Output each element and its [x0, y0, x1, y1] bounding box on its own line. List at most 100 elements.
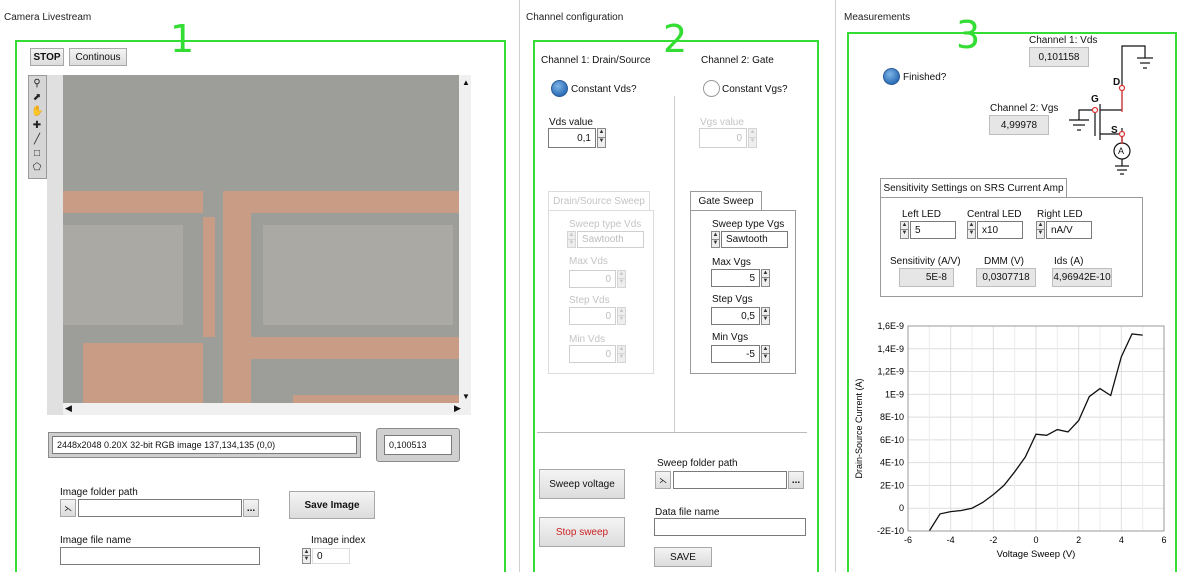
sweep-type-vds-stepper[interactable]: ▲ ▼: [567, 231, 576, 248]
section-number-2: 2: [663, 17, 688, 61]
step-vds-input[interactable]: 0: [569, 307, 616, 325]
sweep-voltage-button[interactable]: Sweep voltage: [539, 469, 625, 499]
rectangle-tool-icon[interactable]: □: [31, 148, 43, 160]
circuit-label-d: D: [1113, 77, 1121, 88]
sweep-type-vgs-select[interactable]: Sawtooth: [721, 231, 788, 248]
right-led-label: Right LED: [1037, 209, 1083, 220]
y-tick-label: 1,6E-9: [877, 321, 904, 331]
scroll-right-icon[interactable]: ▶: [454, 403, 461, 414]
y-tick-label: 1,4E-9: [877, 344, 904, 354]
y-tick-label: 4E-10: [880, 458, 904, 468]
scroll-down-icon[interactable]: ▼: [462, 392, 470, 401]
image-vertical-scrollbar[interactable]: [459, 75, 471, 403]
max-vgs-input[interactable]: 5: [711, 269, 760, 287]
stop-button[interactable]: STOP: [30, 48, 64, 66]
left-led-input[interactable]: 5: [910, 221, 956, 239]
image-info-display: 2448x2048 0.20X 32-bit RGB image 137,134…: [52, 436, 357, 454]
sweep-path-browse-icon[interactable]: ⋋: [655, 471, 671, 489]
step-vgs-stepper[interactable]: ▲ ▼: [761, 307, 770, 325]
sweep-folder-label: Sweep folder path: [657, 458, 738, 469]
left-led-stepper[interactable]: ▲ ▼: [900, 221, 909, 239]
image-index-label: Image index: [311, 535, 366, 546]
constant-vgs-label: Constant Vgs?: [722, 84, 788, 95]
continuous-button[interactable]: Continous: [69, 48, 127, 66]
finished-label: Finished?: [903, 72, 947, 83]
channel1-title: Channel 1: Drain/Source: [541, 55, 651, 66]
constant-vds-toggle[interactable]: [551, 80, 568, 97]
crosshair-icon[interactable]: ✚: [31, 120, 43, 132]
left-led-label: Left LED: [902, 209, 941, 220]
central-led-stepper[interactable]: ▲ ▼: [967, 221, 976, 239]
sweep-type-vgs-stepper[interactable]: ▲ ▼: [711, 231, 720, 248]
image-file-name-label: Image file name: [60, 535, 132, 546]
pointer-icon[interactable]: ⬈: [31, 92, 43, 104]
y-tick-label: -2E-10: [877, 526, 904, 536]
section-number-3: 3: [956, 13, 981, 57]
sweep-folder-browse-button[interactable]: ...: [788, 471, 804, 489]
scroll-up-icon[interactable]: ▲: [462, 78, 470, 87]
vds-value-stepper[interactable]: ▲ ▼: [597, 128, 606, 148]
sweep-type-vds-select[interactable]: Sawtooth: [577, 231, 644, 248]
gate-sweep-tab[interactable]: Gate Sweep: [690, 191, 762, 211]
image-folder-browse-button[interactable]: ...: [243, 499, 259, 517]
save-button[interactable]: SAVE: [654, 547, 712, 567]
line-tool-icon[interactable]: ╱: [31, 134, 43, 146]
channel2-title: Channel 2: Gate: [701, 55, 774, 66]
channel-section-title: Channel configuration: [526, 12, 624, 23]
pan-hand-icon[interactable]: ✋: [31, 106, 43, 118]
save-image-button[interactable]: Save Image: [289, 491, 375, 519]
sweep-type-vgs-label: Sweep type Vgs: [712, 219, 785, 230]
sweep-folder-input[interactable]: [673, 471, 787, 489]
camera-section-title: Camera Livestream: [4, 12, 92, 23]
step-vds-stepper[interactable]: ▲ ▼: [617, 307, 626, 325]
min-vgs-input[interactable]: -5: [711, 345, 760, 363]
polygon-tool-icon[interactable]: ⬠: [31, 162, 43, 174]
vgs-value-stepper[interactable]: ▲ ▼: [748, 128, 757, 148]
dmm-label: DMM (V): [984, 256, 1024, 267]
max-vgs-label: Max Vgs: [712, 257, 751, 268]
circuit-label-s: S: [1111, 125, 1118, 136]
image-index-input[interactable]: 0: [312, 548, 350, 564]
min-vgs-stepper[interactable]: ▲ ▼: [761, 345, 770, 363]
image-horizontal-scrollbar[interactable]: [63, 403, 471, 415]
y-tick-label: 1E-9: [885, 389, 904, 399]
min-vds-input[interactable]: 0: [569, 345, 616, 363]
image-folder-label: Image folder path: [60, 487, 138, 498]
zoom-icon[interactable]: ⚲: [31, 78, 43, 90]
vds-value-input[interactable]: 0,1: [548, 128, 596, 148]
right-led-stepper[interactable]: ▲ ▼: [1036, 221, 1045, 239]
camera-image[interactable]: [63, 75, 459, 403]
central-led-label: Central LED: [967, 209, 1022, 220]
right-led-input[interactable]: nA/V: [1046, 221, 1092, 239]
vgs-value-input[interactable]: 0: [699, 128, 747, 148]
sensitivity-label: Sensitivity (A/V): [890, 256, 961, 267]
path-browse-icon[interactable]: ⋋: [60, 499, 76, 517]
drain-source-sweep-tab[interactable]: Drain/Source Sweep: [548, 191, 650, 211]
sensitivity-settings-tab[interactable]: Sensitivity Settings on SRS Current Amp: [880, 178, 1067, 198]
x-tick-label: 4: [1119, 535, 1124, 545]
image-folder-input[interactable]: [78, 499, 242, 517]
stop-sweep-button[interactable]: Stop sweep: [539, 517, 625, 547]
max-vds-stepper[interactable]: ▲ ▼: [617, 270, 626, 288]
max-vgs-stepper[interactable]: ▲ ▼: [761, 269, 770, 287]
value-display: 0,100513: [384, 435, 452, 455]
max-vds-label: Max Vds: [569, 256, 608, 267]
image-index-stepper[interactable]: ▲ ▼: [302, 548, 311, 564]
min-vds-stepper[interactable]: ▲ ▼: [617, 345, 626, 363]
max-vds-input[interactable]: 0: [569, 270, 616, 288]
y-axis-label: Drain-Source Current (A): [854, 378, 864, 478]
central-led-input[interactable]: x10: [977, 221, 1023, 239]
ch2-vgs-label: Channel 2: Vgs: [990, 103, 1059, 114]
x-axis-label: Voltage Sweep (V): [997, 549, 1076, 560]
scroll-left-icon[interactable]: ◀: [65, 403, 72, 414]
step-vgs-input[interactable]: 0,5: [711, 307, 760, 325]
image-file-name-input[interactable]: [60, 547, 260, 565]
channel-separator: [537, 432, 807, 433]
constant-vgs-toggle[interactable]: [703, 80, 720, 97]
constant-vds-label: Constant Vds?: [571, 84, 637, 95]
iv-chart[interactable]: -2E-10 0 2E-10 4E-10 6E-10 8E-10 1E-9 1,2E-9 1,4…: [848, 316, 1173, 572]
data-file-input[interactable]: [654, 518, 806, 536]
x-tick-label: 0: [1033, 535, 1038, 545]
measurements-section-title: Measurements: [844, 12, 911, 23]
sweep-type-vds-label: Sweep type Vds: [569, 219, 642, 230]
